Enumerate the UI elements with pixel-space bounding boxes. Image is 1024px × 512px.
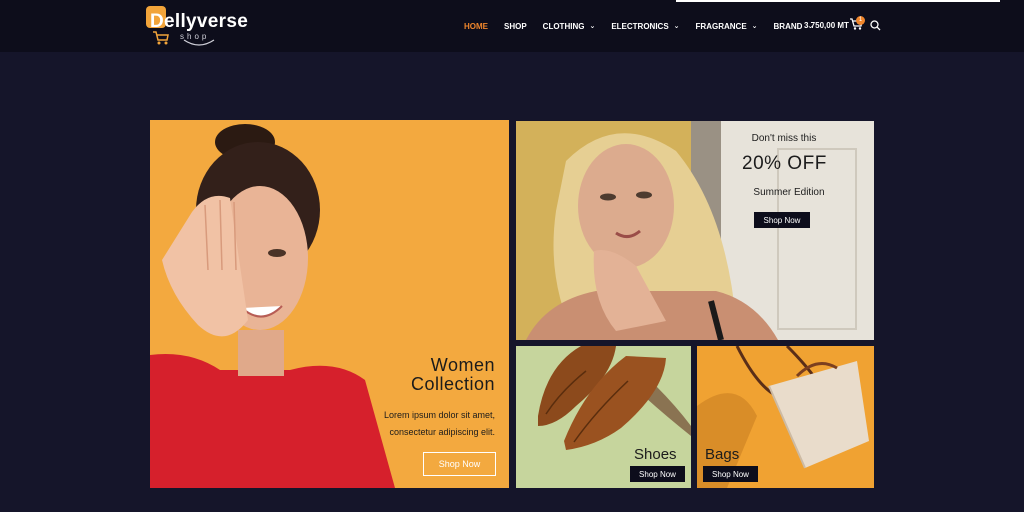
women-shop-now-button[interactable]: Shop Now (423, 452, 496, 476)
shoes-banner[interactable]: Shoes Shop Now (516, 346, 691, 488)
women-title-line2: Collection (410, 374, 495, 394)
cart-count-badge: 1 (856, 16, 865, 25)
nav-fragrance-label: FRAGRANCE (695, 21, 747, 31)
women-title: Women Collection (411, 356, 495, 394)
sale-edition: Summer Edition (753, 187, 825, 198)
nav-clothing[interactable]: CLOTHING ⌄ (543, 22, 596, 31)
nav-shop[interactable]: SHOP (504, 22, 527, 31)
nav-brand-label: BRAND (773, 21, 803, 31)
header-top-line (676, 0, 1000, 2)
women-title-line1: Women (430, 355, 495, 375)
chevron-down-icon: ⌄ (673, 23, 680, 30)
nav-clothing-label: CLOTHING (542, 21, 585, 31)
site-logo[interactable]: Dellyverse shop (146, 4, 249, 48)
bags-shop-now-button[interactable]: Shop Now (703, 466, 758, 482)
logo-title: Dellyverse (150, 11, 249, 32)
bags-banner[interactable]: Bags Shop Now (697, 346, 874, 488)
shoes-label: Shoes (634, 446, 677, 463)
sale-shop-now-button[interactable]: Shop Now (754, 212, 810, 228)
women-description: Lorem ipsum dolor sit amet, consectetur … (383, 410, 495, 437)
sale-tagline: Don't miss this (751, 133, 817, 144)
nav-fragrance[interactable]: FRAGRANCE ⌄ (696, 22, 758, 31)
main-nav: HOME SHOP CLOTHING ⌄ ELECTRONICS ⌄ FRAGR… (464, 19, 829, 33)
chevron-down-icon: ⌄ (589, 23, 596, 30)
summer-sale-banner[interactable]: Don't miss this 20% OFF Summer Edition S… (516, 121, 874, 340)
nav-home[interactable]: HOME (464, 22, 488, 31)
nav-shop-label: SHOP (504, 21, 527, 31)
site-header: Dellyverse shop HOME SHOP CLOTHING ⌄ ELE… (0, 0, 1024, 52)
nav-electronics-label: ELECTRONICS (611, 21, 669, 31)
bags-label: Bags (705, 446, 740, 463)
logo-smile-icon (183, 39, 215, 46)
sale-discount: 20% OFF (742, 153, 827, 174)
chevron-down-icon: ⌄ (751, 23, 758, 30)
women-collection-banner[interactable]: Women Collection Lorem ipsum dolor sit a… (150, 120, 509, 488)
search-icon[interactable] (870, 20, 881, 31)
shoes-shop-now-button[interactable]: Shop Now (630, 466, 685, 482)
nav-home-label: HOME (464, 21, 488, 31)
cart-total[interactable]: 3 750,00 MT (804, 21, 849, 30)
nav-electronics[interactable]: ELECTRONICS ⌄ (611, 22, 679, 31)
